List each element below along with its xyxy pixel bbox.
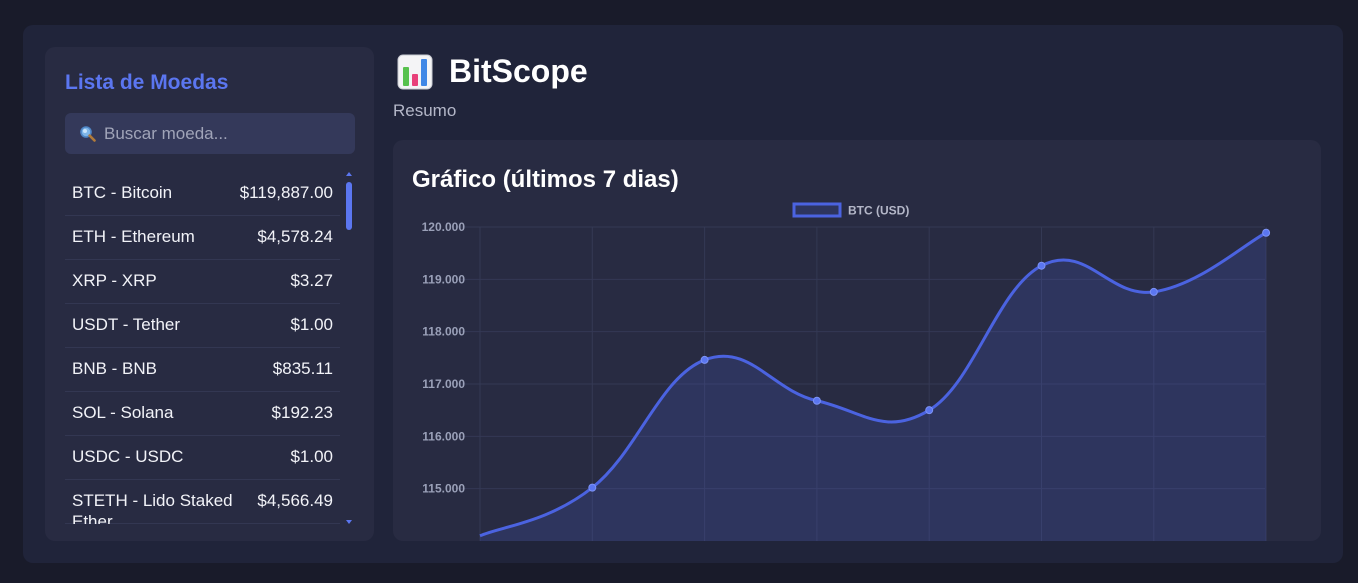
price-chart-card: Gráfico (últimos 7 dias) 115.000 116.000 1…	[393, 140, 1321, 541]
coin-name: BTC - Bitcoin	[72, 183, 173, 202]
bar-chart-icon	[397, 54, 433, 89]
price-line-chart[interactable]: 115.000 116.000 117.000 118.000 119.000 120.0…	[393, 140, 1321, 541]
y-tick-label: 116.000	[422, 429, 465, 443]
coin-name: BNB - BNB	[72, 359, 158, 378]
data-point	[1037, 261, 1046, 270]
data-point	[1149, 287, 1158, 296]
coin-price: $3.27	[290, 271, 333, 290]
coin-name: ETH - Ethereum	[72, 227, 195, 246]
coin-name: STETH - Lido Staked Ether	[72, 491, 233, 524]
y-tick-label: 115.000	[422, 482, 465, 496]
page-subtitle: Resumo	[393, 101, 457, 120]
coin-list-item[interactable]: USDT - Tether $1.00	[65, 304, 340, 348]
scroll-down-arrow-icon[interactable]	[346, 520, 352, 524]
scroll-up-arrow-icon[interactable]	[346, 172, 352, 176]
coin-price: $835.11	[272, 359, 333, 378]
legend-swatch	[792, 202, 842, 218]
data-point	[700, 355, 709, 364]
y-tick-label: 118.000	[422, 325, 465, 339]
coin-list-item[interactable]: ETH - Ethereum $4,578.24	[65, 216, 340, 260]
search-input[interactable]	[104, 123, 344, 144]
coin-list-item[interactable]: STETH - Lido Staked Ether $4,566.49	[65, 480, 340, 524]
coin-list: BTC - Bitcoin $119,887.00 ETH - Ethereum $4…	[65, 172, 340, 524]
coin-price: $1.00	[290, 315, 333, 334]
coin-price: $119,887.00	[239, 183, 333, 202]
data-point	[1262, 228, 1271, 237]
coin-list-item[interactable]: USDC - USDC $1.00	[65, 436, 340, 480]
data-point	[588, 483, 597, 492]
coin-price: $1.00	[290, 447, 333, 466]
brand-header: BitScope	[397, 53, 588, 90]
coin-price: $4,566.49	[257, 491, 333, 510]
search-box[interactable]	[65, 113, 355, 154]
y-tick-label: 117.000	[422, 377, 465, 391]
app-window: Lista de Moedas BTC - Bitcoin $119,887.00…	[23, 25, 1343, 563]
coin-list-item[interactable]: BNB - BNB $835.11	[65, 348, 340, 392]
coin-list-item[interactable]: SOL - Solana $192.23	[65, 392, 340, 436]
coin-list-scrollbar[interactable]	[344, 172, 354, 524]
coin-list-item[interactable]: XRP - XRP $3.27	[65, 260, 340, 304]
legend-label: BTC (USD)	[848, 204, 909, 218]
y-tick-label: 119.000	[422, 272, 465, 286]
app-title: BitScope	[449, 53, 588, 89]
sidebar-title: Lista de Moedas	[65, 71, 229, 94]
coin-name: USDT - Tether	[72, 315, 181, 334]
coin-sidebar: Lista de Moedas BTC - Bitcoin $119,887.00…	[45, 47, 374, 541]
data-point	[925, 406, 934, 415]
coin-name: XRP - XRP	[72, 271, 157, 290]
magnifier-icon	[80, 126, 96, 142]
coin-price: $4,578.24	[257, 227, 333, 246]
coin-name: SOL - Solana	[72, 403, 174, 422]
data-point	[812, 396, 821, 405]
y-tick-label: 120.000	[422, 220, 466, 234]
coin-name: USDC - USDC	[72, 447, 184, 466]
scroll-thumb[interactable]	[346, 182, 352, 230]
coin-price: $192.23	[271, 403, 333, 422]
coin-list-item[interactable]: BTC - Bitcoin $119,887.00	[65, 172, 340, 216]
